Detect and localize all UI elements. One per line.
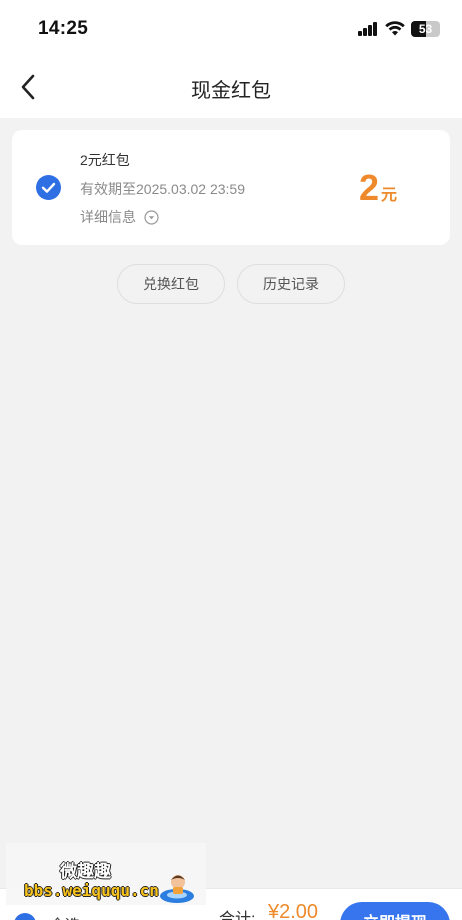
history-button[interactable]: 历史记录 <box>237 264 345 304</box>
total-label: 合计: <box>219 911 256 920</box>
status-bar: 14:25 53 <box>0 0 462 58</box>
amount-value: 2 <box>359 167 380 208</box>
status-time: 14:25 <box>38 18 89 39</box>
watermark-url: bbs.weiququ.cn <box>24 881 159 900</box>
red-packet-title: 2元红包 <box>80 152 130 168</box>
detail-label: 详细信息 <box>80 209 136 225</box>
red-packet-amount: 2元 <box>359 167 397 209</box>
signal-icon <box>358 22 378 36</box>
header-area: 14:25 53 现金红包 <box>0 0 462 118</box>
red-packet-card[interactable]: 2元红包 有效期至2025.03.02 23:59 详细信息 2元 <box>12 130 450 245</box>
mascot-icon <box>160 875 194 903</box>
red-packet-expiry: 有效期至2025.03.02 23:59 <box>80 181 245 197</box>
battery-level: 53 <box>418 22 433 36</box>
select-all-checkbox[interactable] <box>14 913 36 920</box>
battery-icon: 53 <box>411 21 440 37</box>
wifi-icon <box>385 21 405 36</box>
amount-unit: 元 <box>381 187 398 204</box>
page-title: 现金红包 <box>191 80 271 102</box>
nav-bar: 现金红包 <box>0 58 462 118</box>
total-amount: ¥2.00 <box>268 901 319 920</box>
withdraw-button[interactable]: 立即提现 <box>340 902 450 920</box>
exchange-red-packet-button[interactable]: 兑换红包 <box>117 264 225 304</box>
chevron-down-circle-icon <box>144 209 159 225</box>
select-all-label: 全选 <box>50 914 80 920</box>
red-packet-checkbox[interactable] <box>36 175 61 200</box>
watermark: 微趣趣 bbs.weiququ.cn <box>6 843 206 905</box>
check-icon <box>41 182 56 193</box>
detail-toggle[interactable]: 详细信息 <box>80 207 159 227</box>
watermark-title: 微趣趣 <box>60 862 111 881</box>
